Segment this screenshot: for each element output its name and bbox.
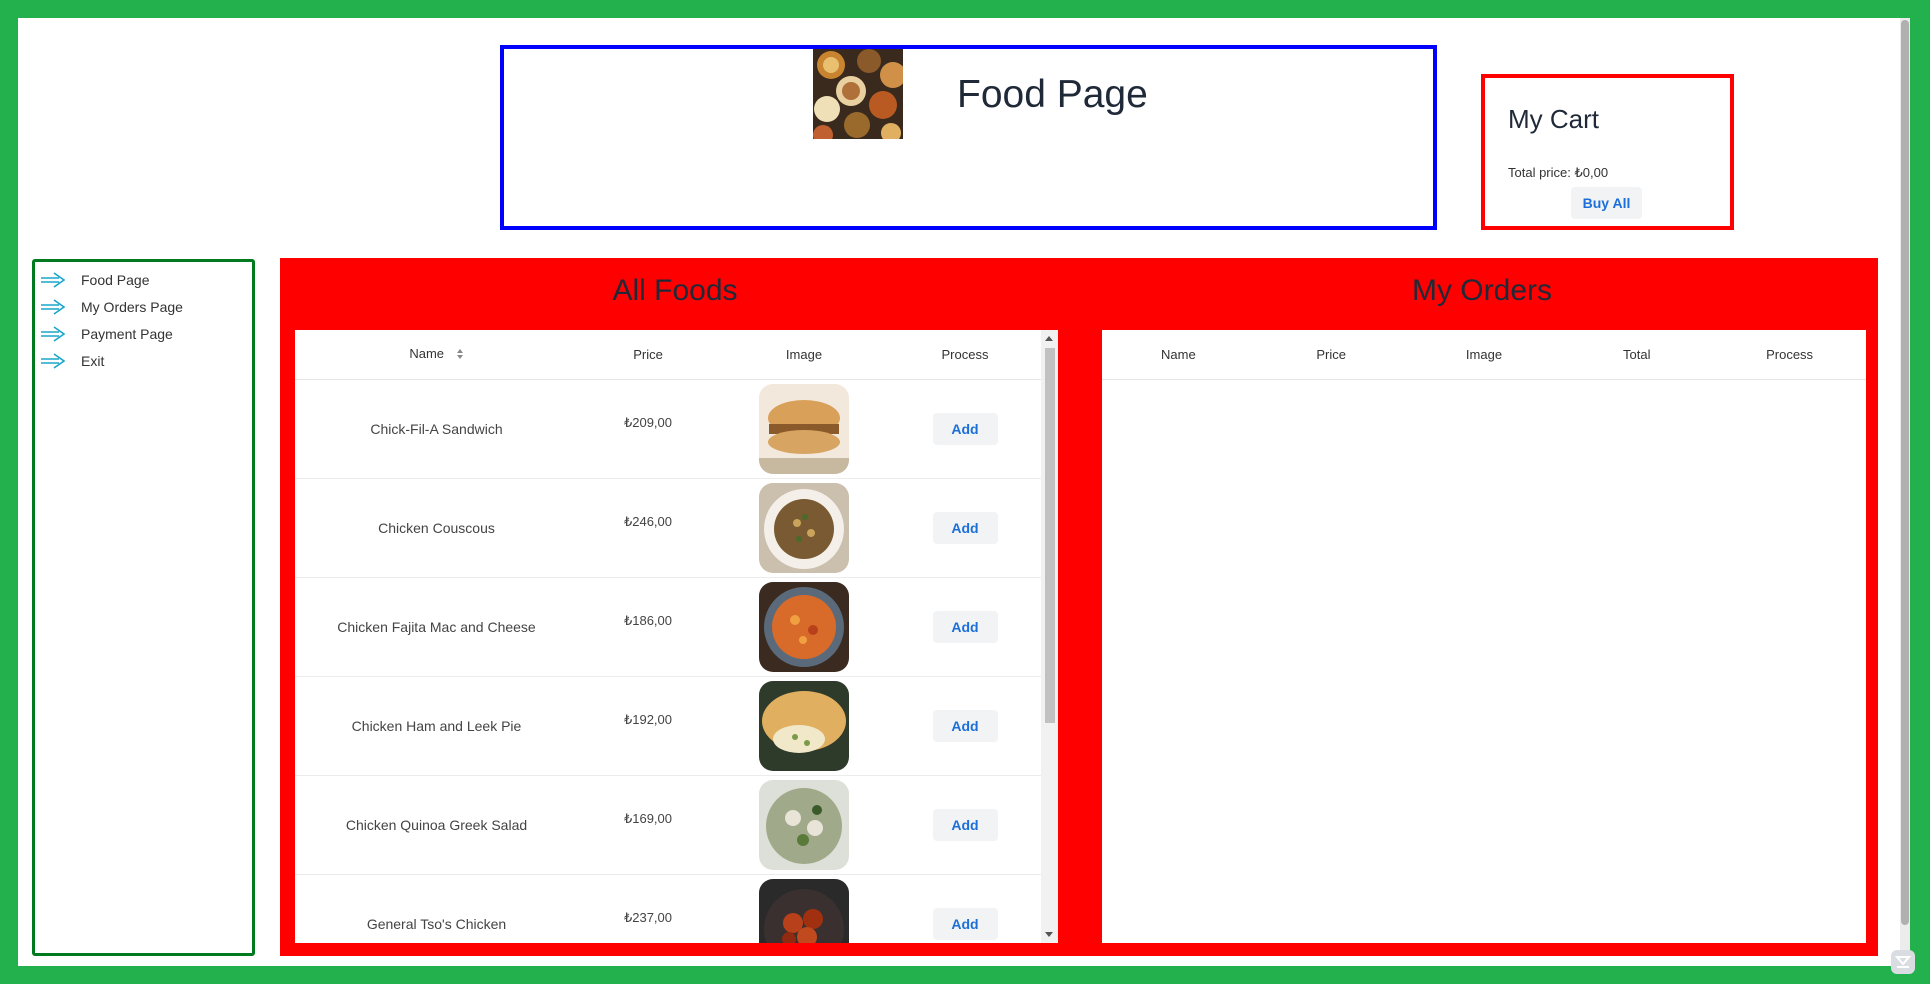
scroll-down-arrow-icon[interactable] bbox=[1045, 932, 1053, 937]
sidebar-item-label: Exit bbox=[81, 352, 105, 369]
arrow-right-icon bbox=[41, 271, 66, 288]
sidebar-item-label: Payment Page bbox=[81, 325, 173, 342]
food-image bbox=[759, 879, 849, 943]
food-price: ₺192,00 bbox=[623, 712, 673, 727]
my-orders-table: Name Price Image Total Process bbox=[1102, 330, 1866, 943]
column-header-process: Process bbox=[1766, 347, 1814, 362]
food-image bbox=[759, 780, 849, 870]
column-header-process: Process bbox=[941, 347, 989, 362]
arrow-right-icon bbox=[41, 298, 66, 315]
food-name: Chicken Fajita Mac and Cheese bbox=[337, 619, 536, 635]
food-price: ₺186,00 bbox=[623, 613, 673, 628]
arrow-right-icon bbox=[41, 325, 66, 342]
all-foods-table: Name Price Image Process Chick-Fil-A San… bbox=[295, 330, 1058, 943]
food-name: General Tso's Chicken bbox=[366, 916, 507, 932]
column-header-image: Image bbox=[1465, 347, 1503, 362]
table-scrollbar[interactable] bbox=[1041, 330, 1058, 943]
food-image bbox=[759, 681, 849, 771]
page-scroll-thumb[interactable] bbox=[1901, 20, 1909, 925]
header-box: Food Page bbox=[500, 45, 1437, 230]
table-row: General Tso's Chicken ₺237,00 Add bbox=[295, 875, 1058, 943]
my-orders-title: My Orders bbox=[1411, 274, 1552, 307]
food-price: ₺237,00 bbox=[623, 910, 673, 925]
add-button[interactable]: Add bbox=[932, 710, 998, 742]
food-price: ₺246,00 bbox=[623, 514, 673, 529]
food-price: ₺209,00 bbox=[623, 415, 673, 430]
sidebar-item-my-orders-page[interactable]: My Orders Page bbox=[35, 293, 252, 320]
table-row: Chicken Ham and Leek Pie ₺192,00 Add bbox=[295, 677, 1058, 776]
scroll-up-arrow-icon[interactable] bbox=[1045, 336, 1053, 341]
food-spread-image bbox=[813, 49, 903, 139]
sidebar-item-food-page[interactable]: Food Page bbox=[35, 266, 252, 293]
sidebar-item-label: Food Page bbox=[81, 271, 150, 288]
table-row: Chicken Fajita Mac and Cheese ₺186,00 Ad… bbox=[295, 578, 1058, 677]
add-button[interactable]: Add bbox=[932, 809, 998, 841]
add-button[interactable]: Add bbox=[932, 413, 998, 445]
column-header-total: Total bbox=[1623, 347, 1651, 362]
food-image bbox=[759, 483, 849, 573]
table-header: Name Price Image Total Process bbox=[1102, 330, 1866, 380]
add-button[interactable]: Add bbox=[932, 611, 998, 643]
add-button[interactable]: Add bbox=[932, 512, 998, 544]
column-header-name[interactable]: Name bbox=[295, 346, 578, 362]
column-header-image: Image bbox=[785, 347, 823, 362]
scroll-to-bottom-icon[interactable] bbox=[1891, 950, 1915, 974]
food-image bbox=[759, 384, 849, 474]
cart-box: My Cart Total price: ₺0,00 Buy All bbox=[1481, 74, 1734, 230]
table-row: Chicken Quinoa Greek Salad ₺169,00 Add bbox=[295, 776, 1058, 875]
main-panel: All Foods My Orders Name Price Image Pro… bbox=[280, 258, 1878, 956]
column-header-price: Price bbox=[633, 347, 663, 362]
add-button[interactable]: Add bbox=[932, 908, 998, 940]
arrow-right-icon bbox=[41, 352, 66, 369]
buy-all-button[interactable]: Buy All bbox=[1571, 187, 1642, 219]
food-name: Chick-Fil-A Sandwich bbox=[370, 421, 503, 437]
column-header-price: Price bbox=[1316, 347, 1346, 362]
food-image bbox=[759, 582, 849, 672]
food-price: ₺169,00 bbox=[623, 811, 673, 826]
sidebar-item-label: My Orders Page bbox=[81, 298, 183, 315]
scroll-thumb[interactable] bbox=[1045, 348, 1055, 723]
page-title: Food Page bbox=[957, 73, 1148, 116]
page-scrollbar[interactable] bbox=[1900, 18, 1910, 966]
food-name: Chicken Ham and Leek Pie bbox=[351, 718, 522, 734]
table-row: Chicken Couscous ₺246,00 Add bbox=[295, 479, 1058, 578]
all-foods-title: All Foods bbox=[612, 274, 738, 307]
column-header-name: Name bbox=[1161, 347, 1196, 362]
sidebar-item-exit[interactable]: Exit bbox=[35, 347, 252, 374]
food-name: Chicken Couscous bbox=[378, 520, 495, 536]
page: Food Page My Cart Total price: ₺0,00 Buy… bbox=[18, 18, 1915, 974]
cart-total-price: Total price: ₺0,00 bbox=[1508, 165, 1609, 180]
cart-title: My Cart bbox=[1508, 104, 1599, 134]
table-row: Chick-Fil-A Sandwich ₺209,00 Add bbox=[295, 380, 1058, 479]
sort-icon[interactable] bbox=[456, 348, 464, 363]
sidebar: Food Page My Orders Page Payment Page Ex… bbox=[32, 259, 255, 956]
food-name: Chicken Quinoa Greek Salad bbox=[345, 817, 528, 833]
table-header: Name Price Image Process bbox=[295, 330, 1058, 380]
sidebar-item-payment-page[interactable]: Payment Page bbox=[35, 320, 252, 347]
